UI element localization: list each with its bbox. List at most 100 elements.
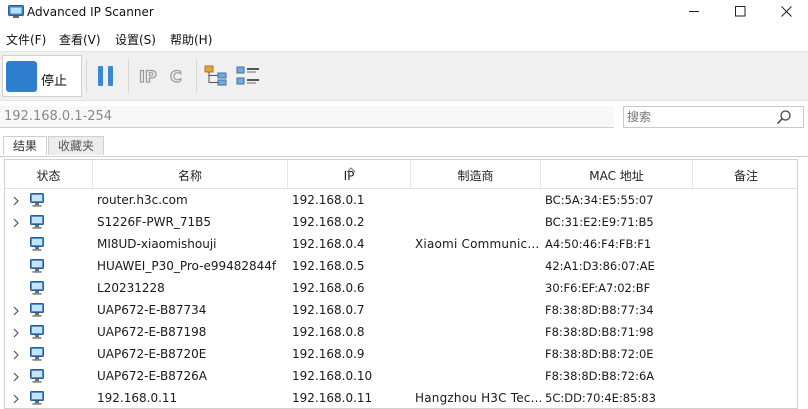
search-input[interactable] [624, 107, 777, 127]
cell-name: UAP672-E-B87198 [97, 325, 207, 339]
expand-chevron-icon[interactable] [12, 217, 20, 228]
expand-chevron-icon[interactable] [12, 371, 20, 382]
menu-bar: 文件(F) 查看(V) 设置(S) 帮助(H) [0, 28, 808, 48]
table-row[interactable]: L20231228 192.168.0.6 30:F6:EF:A7:02:BF [5, 277, 797, 299]
column-status[interactable]: 状态 [5, 160, 93, 188]
close-button[interactable] [763, 0, 808, 26]
table-row[interactable]: router.h3c.com 192.168.0.1 BC:5A:34:E5:55:… [5, 189, 797, 211]
menu-settings[interactable]: 设置(S) [115, 31, 156, 48]
app-icon [8, 5, 24, 19]
cell-mac: BC:5A:34:E5:55:07 [545, 193, 654, 207]
toolbar-separator [128, 60, 129, 92]
cell-manufacturer: Hangzhou H3C Tec... [415, 391, 541, 405]
maximize-button[interactable] [717, 0, 763, 26]
cell-ip: 192.168.0.4 [292, 237, 365, 251]
cell-mac: A4:50:46:F4:FB:F1 [545, 237, 652, 251]
cell-mac: F8:38:8D:B8:71:98 [545, 325, 654, 339]
pause-icon[interactable] [96, 65, 116, 90]
svg-text:C: C [170, 67, 182, 86]
table-row[interactable]: S1226F-PWR_71B5 192.168.0.2 BC:31:E2:E9:71… [5, 211, 797, 233]
cell-name: HUAWEI_P30_Pro-e99482844f [97, 259, 277, 273]
cell-ip: 192.168.0.8 [292, 325, 365, 339]
menu-view[interactable]: 查看(V) [59, 31, 101, 48]
table-row[interactable]: 192.168.0.11 192.168.0.11 Hangzhou H3C Tec… [5, 387, 797, 408]
cell-mac: 30:F6:EF:A7:02:BF [545, 281, 651, 295]
computer-status-icon [29, 346, 45, 362]
maximize-icon [734, 6, 746, 20]
stop-button-label: 停止 [41, 74, 68, 89]
cell-ip: 192.168.0.11 [292, 391, 373, 405]
tab-results[interactable]: 结果 [3, 136, 47, 155]
list-details-icon[interactable] [236, 65, 260, 90]
computer-status-icon [29, 236, 45, 252]
stop-icon [6, 61, 37, 92]
window-title: Advanced IP Scanner [27, 5, 154, 19]
table-row[interactable]: UAP672-E-B87734 192.168.0.7 F8:38:8D:B8:77… [5, 299, 797, 321]
cell-name: S1226F-PWR_71B5 [97, 215, 211, 229]
cell-ip: 192.168.0.2 [292, 215, 365, 229]
cell-ip: 192.168.0.10 [292, 369, 373, 383]
column-name[interactable]: 名称 [93, 160, 288, 188]
title-bar: Advanced IP Scanner [0, 0, 808, 26]
svg-text:IP: IP [139, 67, 157, 86]
search-box[interactable] [623, 106, 804, 128]
cell-name: UAP672-E-B87734 [97, 303, 207, 317]
table-header: 状态 名称 IP 制造商 MAC 地址 备注 [5, 160, 797, 189]
cell-name: MI8UD-xiaomishouji [97, 237, 217, 251]
computer-status-icon [29, 302, 45, 318]
cell-mac: 5C:DD:70:4E:85:83 [545, 391, 656, 405]
computer-status-icon [29, 258, 45, 274]
cell-name: router.h3c.com [97, 193, 188, 207]
expand-chevron-icon[interactable] [12, 349, 20, 360]
cell-mac: 42:A1:D3:86:07:AE [545, 259, 655, 273]
expand-chevron-icon[interactable] [12, 305, 20, 316]
cell-name: 192.168.0.11 [97, 391, 178, 405]
column-mac[interactable]: MAC 地址 [541, 160, 693, 188]
c-icon[interactable]: C [168, 65, 190, 90]
computer-status-icon [29, 368, 45, 384]
sort-ascending-icon [346, 162, 356, 173]
network-tree-icon[interactable] [204, 65, 228, 90]
cell-name: UAP672-E-B8726A [97, 369, 207, 383]
computer-status-icon [29, 324, 45, 340]
expand-chevron-icon[interactable] [12, 195, 20, 206]
ip-icon[interactable]: IP [138, 65, 160, 90]
toolbar: 停止 IP C [0, 51, 808, 101]
cell-ip: 192.168.0.7 [292, 303, 365, 317]
expand-chevron-icon[interactable] [12, 393, 20, 404]
table-row[interactable]: UAP672-E-B8726A 192.168.0.10 F8:38:8D:B8:7… [5, 365, 797, 387]
minimize-button[interactable] [671, 0, 717, 26]
minimize-icon [688, 6, 700, 20]
table-row[interactable]: UAP672-E-B8720E 192.168.0.9 F8:38:8D:B8:72… [5, 343, 797, 365]
stop-button[interactable]: 停止 [2, 55, 82, 97]
search-icon[interactable] [776, 109, 792, 125]
computer-status-icon [29, 214, 45, 230]
result-tabs: 结果 收藏夹 [0, 136, 808, 157]
cell-ip: 192.168.0.6 [292, 281, 365, 295]
column-notes[interactable]: 备注 [693, 160, 797, 188]
table-row[interactable]: UAP672-E-B87198 192.168.0.8 F8:38:8D:B8:71… [5, 321, 797, 343]
menu-file[interactable]: 文件(F) [6, 31, 46, 48]
cell-manufacturer: Xiaomi Communic... [415, 237, 540, 251]
cell-mac: F8:38:8D:B8:72:6A [545, 369, 655, 383]
column-manufacturer[interactable]: 制造商 [411, 160, 541, 188]
toolbar-separator [196, 60, 197, 92]
tab-favorites[interactable]: 收藏夹 [48, 136, 104, 155]
results-table: 状态 名称 IP 制造商 MAC 地址 备注 router.h3c.com 192… [4, 159, 798, 409]
cell-mac: F8:38:8D:B8:72:0E [545, 347, 654, 361]
computer-status-icon [29, 280, 45, 296]
expand-chevron-icon[interactable] [12, 327, 20, 338]
cell-mac: BC:31:E2:E9:71:B5 [545, 215, 654, 229]
table-row[interactable]: HUAWEI_P30_Pro-e99482844f 192.168.0.5 42:A… [5, 255, 797, 277]
cell-ip: 192.168.0.5 [292, 259, 365, 273]
menu-help[interactable]: 帮助(H) [170, 31, 212, 48]
toolbar-separator [86, 60, 87, 92]
table-row[interactable]: MI8UD-xiaomishouji 192.168.0.4 Xiaomi Comm… [5, 233, 797, 255]
cell-name: L20231228 [97, 281, 165, 295]
computer-status-icon [29, 192, 45, 208]
cell-ip: 192.168.0.9 [292, 347, 365, 361]
cell-ip: 192.168.0.1 [292, 193, 365, 207]
ip-range-input[interactable] [0, 106, 614, 128]
close-icon [780, 6, 792, 20]
cell-name: UAP672-E-B8720E [97, 347, 207, 361]
